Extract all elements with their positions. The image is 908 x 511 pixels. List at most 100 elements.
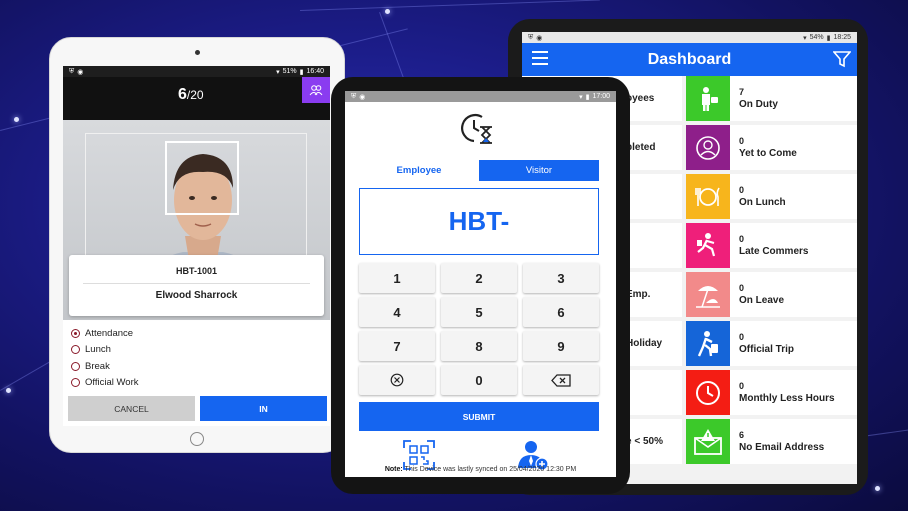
tile-label: Official Trip [739,344,795,355]
tile-label: No Email Address [739,442,825,453]
divider [83,283,310,284]
status-tile[interactable]: 0 On Leave [686,272,857,317]
keypad-screen: ⛨ ◉ ▾ ▮ 17:00 Employee Visitor HBT- 123 456 7… [345,91,616,477]
clear-circle-icon [390,373,404,387]
tab-employee[interactable]: Employee [359,160,479,181]
status-tile[interactable]: 7 On Duty [686,76,857,121]
yet-to-come-icon [686,125,730,170]
clear-key[interactable] [359,365,435,395]
status-tile[interactable]: 0 On Lunch [686,174,857,219]
notification-icon: ◉ [77,68,84,76]
option-break[interactable]: Break [71,358,139,375]
employee-name: Elwood Sharrock [155,290,238,301]
tile-count: 0 [739,283,745,293]
face-detect-box [165,141,239,215]
summary-label: Holiday [626,338,663,349]
mode-tabs: Employee Visitor [359,160,599,181]
radio-button[interactable] [71,345,80,355]
backspace-key[interactable] [523,365,599,395]
home-button[interactable] [190,432,204,446]
camera-toolbar: 6/20 [63,77,330,120]
key-1[interactable]: 1 [359,263,435,293]
radio-button[interactable] [71,361,80,371]
shield-icon: ⛨ [528,33,534,41]
clock-icon [686,370,730,415]
tile-count: 6 [739,430,745,440]
radio-button[interactable] [71,328,80,338]
key-8[interactable]: 8 [441,331,517,361]
option-label: Lunch [85,344,111,356]
status-tile[interactable]: 0 Late Commers [686,223,857,268]
wifi-icon: ▾ [803,34,807,42]
tile-label: Monthly Less Hours [739,393,835,404]
sync-note: Note: This Device was lastly synced on 2… [384,466,577,473]
clock-time: 17:00 [592,93,610,100]
on-duty-icon [686,76,730,121]
email-alert-icon [686,419,730,464]
summary-label: pleted [626,142,656,153]
key-9[interactable]: 9 [523,331,599,361]
option-official-work[interactable]: Official Work [71,375,139,392]
keypad-tablet: ⛨ ◉ ▾ ▮ 17:00 Employee Visitor HBT- 123 456 7… [331,77,630,494]
battery-icon: ▮ [299,68,304,76]
numeric-keypad: 123 456 7890 [359,263,599,395]
notification-icon: ◉ [536,34,543,42]
tab-visitor[interactable]: Visitor [479,160,599,181]
background-dot [6,388,11,393]
status-bar: ⛨ ◉ ▾ 51% ▮ 16:40 [63,66,330,77]
tile-count: 0 [739,381,745,391]
option-attendance[interactable]: Attendance [71,325,139,342]
users-icon [309,85,323,96]
status-tile[interactable]: 0 Yet to Come [686,125,857,170]
status-tile[interactable]: 0 Monthly Less Hours [686,370,857,415]
key-4[interactable]: 4 [359,297,435,327]
submit-button[interactable]: SUBMIT [359,402,599,431]
shield-icon: ⛨ [351,92,357,100]
lunch-icon [686,174,730,219]
key-2[interactable]: 2 [441,263,517,293]
face-tablet: ⛨ ◉ ▾ 51% ▮ 16:40 6/20 HBT-1001 Elwood S… [49,37,345,453]
tile-label: On Lunch [739,197,786,208]
menu-icon[interactable] [532,51,548,65]
tile-count: 0 [739,136,745,146]
attendance-options: Attendance Lunch Break Official Work [71,325,139,391]
key-6[interactable]: 6 [523,297,599,327]
tile-count: 0 [739,185,745,195]
backspace-icon [551,373,571,387]
battery-icon: ▮ [585,93,590,101]
tile-label: Yet to Come [739,148,797,159]
background-dot [14,117,19,122]
background-dot [385,9,390,14]
capture-counter: 6/20 [178,86,204,103]
face-screen: ⛨ ◉ ▾ 51% ▮ 16:40 6/20 HBT-1001 Elwood S… [63,66,330,426]
battery-percent: 54% [809,34,824,41]
cancel-button[interactable]: CANCEL [68,396,195,421]
status-tile[interactable]: 0 Official Trip [686,321,857,366]
clock-time: 16:40 [306,68,324,75]
notification-icon: ◉ [359,93,366,101]
option-label: Official Work [85,377,139,389]
background-line [300,0,600,11]
key-7[interactable]: 7 [359,331,435,361]
beach-leave-icon [686,272,730,317]
status-bar: ⛨ ◉ ▾ ▮ 17:00 [345,91,616,102]
filter-icon[interactable] [833,50,851,68]
radio-button[interactable] [71,378,80,388]
in-button[interactable]: IN [200,396,327,421]
shield-icon: ⛨ [69,67,75,75]
dashboard-header: Dashboard [522,43,857,76]
tile-count: 0 [739,332,745,342]
tile-count: 7 [739,87,745,97]
trip-traveler-icon [686,321,730,366]
background-dot [875,486,880,491]
code-display: HBT- [359,188,599,255]
page-title: Dashboard [647,50,732,68]
battery-icon: ▮ [826,34,831,42]
switch-camera-button[interactable] [302,77,330,103]
key-3[interactable]: 3 [523,263,599,293]
status-tile[interactable]: 6 No Email Address [686,419,857,464]
tile-label: On Leave [739,295,785,306]
key-5[interactable]: 5 [441,297,517,327]
option-lunch[interactable]: Lunch [71,342,139,359]
key-0[interactable]: 0 [441,365,517,395]
